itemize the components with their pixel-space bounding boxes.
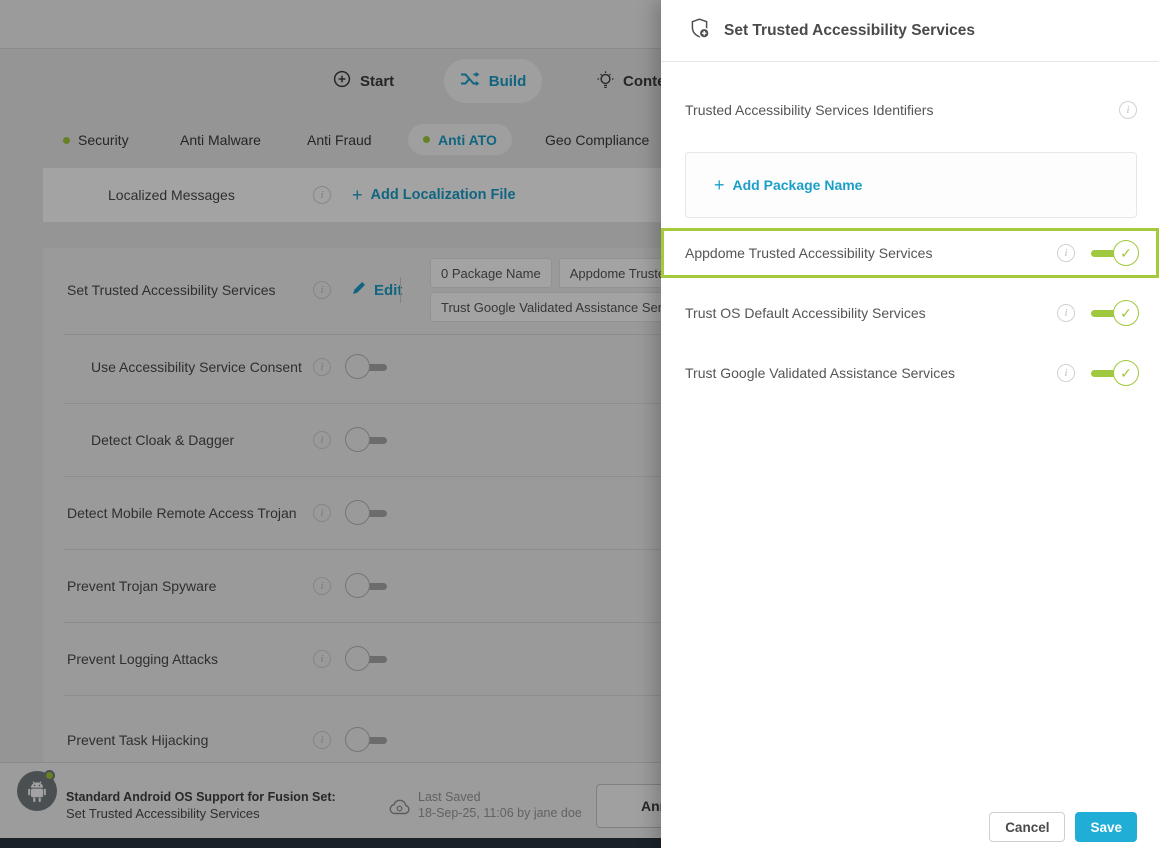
checkmark-icon [1113, 360, 1139, 386]
info-icon[interactable] [1119, 101, 1137, 119]
panel-row-appdome-trusted: Appdome Trusted Accessibility Services [661, 228, 1159, 278]
panel-footer: Cancel Save [989, 812, 1137, 842]
toggle-on[interactable] [1091, 359, 1139, 387]
panel-header: Set Trusted Accessibility Services [661, 0, 1159, 62]
toggle-on[interactable] [1091, 239, 1139, 267]
add-package-name-label: Add Package Name [733, 177, 863, 193]
identifiers-row: Trusted Accessibility Services Identifie… [685, 96, 1137, 124]
panel-title: Set Trusted Accessibility Services [724, 22, 975, 40]
checkmark-icon [1113, 240, 1139, 266]
plus-icon: + [714, 178, 725, 192]
info-icon[interactable] [1057, 304, 1075, 322]
add-package-name-button[interactable]: + Add Package Name [685, 152, 1137, 218]
info-icon[interactable] [1057, 244, 1075, 262]
info-icon[interactable] [1057, 364, 1075, 382]
panel-row-trust-os-default: Trust OS Default Accessibility Services [661, 288, 1159, 338]
cancel-button[interactable]: Cancel [989, 812, 1065, 842]
panel-row-label: Trust OS Default Accessibility Services [685, 305, 1057, 321]
panel-row-trust-google-validated: Trust Google Validated Assistance Servic… [661, 348, 1159, 398]
panel-row-label: Appdome Trusted Accessibility Services [685, 245, 1057, 261]
shield-plus-icon [688, 17, 711, 45]
toggle-on[interactable] [1091, 299, 1139, 327]
panel-row-label: Trust Google Validated Assistance Servic… [685, 365, 1057, 381]
set-trusted-accessibility-services-panel: Set Trusted Accessibility Services Trust… [661, 0, 1159, 848]
save-button[interactable]: Save [1075, 812, 1137, 842]
checkmark-icon [1113, 300, 1139, 326]
identifiers-label: Trusted Accessibility Services Identifie… [685, 102, 1119, 118]
